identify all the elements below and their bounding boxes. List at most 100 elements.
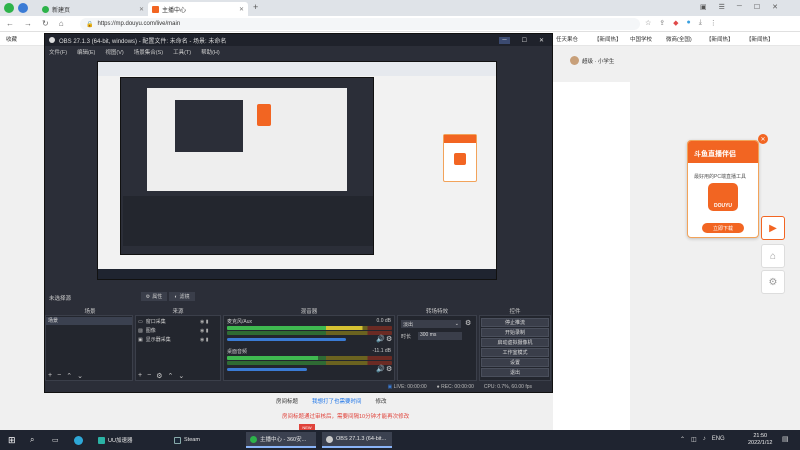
close-icon[interactable]: ✕ xyxy=(239,6,244,13)
move-up-icon[interactable]: ⌃ xyxy=(66,372,72,380)
eye-icon[interactable]: ◉ ▮ xyxy=(200,336,209,345)
menu-file[interactable]: 文件(F) xyxy=(49,48,67,56)
close-promo-icon[interactable]: ✕ xyxy=(758,134,768,144)
eye-icon[interactable]: ◉ ▮ xyxy=(200,318,209,327)
obs-minimize-icon[interactable]: ─ xyxy=(499,36,510,44)
move-down-icon[interactable]: ⌄ xyxy=(178,372,184,380)
taskbar-app-browser[interactable]: 主播中心 - 360安... xyxy=(246,432,316,448)
close-icon[interactable]: ✕ xyxy=(139,6,144,13)
window-close-icon[interactable]: ✕ xyxy=(772,3,778,11)
start-button[interactable]: ⊞ xyxy=(4,432,20,448)
game-icon[interactable]: ● xyxy=(687,19,691,27)
remove-icon[interactable]: − xyxy=(147,372,151,380)
stop-streaming-button[interactable]: 停止推流 xyxy=(481,318,549,327)
add-icon[interactable]: + xyxy=(48,372,52,380)
studio-mode-button[interactable]: 工作室模式 xyxy=(481,348,549,357)
bookmark-item[interactable]: 微商(全国) xyxy=(666,35,692,43)
eye-icon[interactable]: ◉ ▮ xyxy=(200,327,209,336)
scene-item[interactable]: 场景 xyxy=(46,317,132,325)
edge-icon[interactable] xyxy=(70,432,87,448)
obs-close-icon[interactable]: ✕ xyxy=(539,37,544,44)
home-side-icon[interactable]: ⌂ xyxy=(761,244,785,268)
obs-preview[interactable] xyxy=(97,61,497,280)
chevron-up-icon[interactable]: ⌃ xyxy=(680,436,685,443)
taskbar-app-obs[interactable]: OBS 27.1.3 (64-bit... xyxy=(322,432,392,448)
browser-logo-icon[interactable] xyxy=(4,3,14,13)
back-arrow-icon[interactable]: ← xyxy=(6,19,14,28)
maximize-icon[interactable]: ☐ xyxy=(754,3,760,11)
clock[interactable]: 21:50 2022/1/12 xyxy=(748,433,772,447)
task-view-icon[interactable]: ▭ xyxy=(48,432,63,448)
source-item[interactable]: ▭ 窗口采集 xyxy=(138,318,166,326)
bookmark-item[interactable]: 任天果仓 xyxy=(556,35,578,43)
volume-slider[interactable] xyxy=(227,368,307,371)
language-indicator[interactable]: ENG xyxy=(712,436,725,443)
volume-icon[interactable]: ♪ xyxy=(703,436,706,443)
filters-button[interactable]: ◐ 滤镜 xyxy=(169,292,195,301)
bookmark-item[interactable]: 【新闻热】 xyxy=(746,35,774,43)
speaker-icon[interactable]: 🔊 xyxy=(376,335,385,343)
url-field[interactable]: 🔒 https://mp.douyu.com/live/main xyxy=(80,18,640,30)
obs-maximize-icon[interactable]: ☐ xyxy=(522,37,527,44)
channel-settings-icon[interactable]: ⚙ xyxy=(386,335,392,343)
move-down-icon[interactable]: ⌄ xyxy=(77,372,83,380)
add-icon[interactable]: + xyxy=(138,372,142,380)
transition-select[interactable]: 淡出 ⌄ xyxy=(401,320,461,328)
bookmark-star-icon[interactable]: ☆ xyxy=(645,19,651,27)
user-profile[interactable]: 超级 · 小学生 xyxy=(570,56,614,65)
home-icon[interactable]: ⌂ xyxy=(59,19,64,28)
duration-input[interactable]: 300 ms xyxy=(418,332,462,340)
live-play-icon[interactable]: ▶ xyxy=(761,216,785,240)
forward-arrow-icon[interactable]: → xyxy=(24,19,32,28)
channel-settings-icon[interactable]: ⚙ xyxy=(386,365,392,373)
bookmarks-folder[interactable]: 收藏 xyxy=(6,35,17,43)
menu-help[interactable]: 帮助(H) xyxy=(201,48,220,56)
network-icon[interactable]: ◫ xyxy=(691,436,697,443)
move-up-icon[interactable]: ⌃ xyxy=(167,372,173,380)
more-menu-icon[interactable]: ⋮ xyxy=(710,19,717,27)
uu-icon xyxy=(98,436,105,444)
reload-icon[interactable]: ↻ xyxy=(42,19,49,28)
tab-anchor-center[interactable]: 主播中心 ✕ xyxy=(148,2,248,16)
app-side-icon[interactable]: ⚙ xyxy=(761,270,785,294)
settings-button[interactable]: 设置 xyxy=(481,358,549,367)
start-recording-button[interactable]: 开始录制 xyxy=(481,328,549,337)
menu-tools[interactable]: 工具(T) xyxy=(173,48,191,56)
source-item[interactable]: ▣ 显示器采集 xyxy=(138,336,171,344)
mixer-dock: 麦克风/Aux 0.0 dB 🔊 ⚙ 桌面音频 -11.1 dB 🔊 ⚙ xyxy=(223,315,395,381)
tab-new-page[interactable]: 新建页 ✕ xyxy=(38,2,148,16)
remove-icon[interactable]: − xyxy=(57,372,61,380)
share-icon[interactable]: ⇪ xyxy=(659,19,665,27)
source-item[interactable]: ▨ 图像 xyxy=(138,327,156,335)
taskbar-app-uu[interactable]: UU加速器 xyxy=(94,432,164,448)
download-icon[interactable]: ⤓ xyxy=(699,19,702,27)
sidebar-toggle-icon[interactable] xyxy=(18,3,28,13)
windows-taskbar: ⊞ ⌕ ▭ UU加速器 Steam 主播中心 - 360安... OBS 27.… xyxy=(0,424,800,450)
virtual-camera-button[interactable]: 启动虚拟摄像机 xyxy=(481,338,549,347)
menu-view[interactable]: 视图(V) xyxy=(105,48,123,56)
minimize-icon[interactable]: ─ xyxy=(737,3,742,11)
new-badge: NEW xyxy=(299,424,315,430)
search-icon[interactable]: ⌕ xyxy=(26,432,38,448)
speaker-icon[interactable]: 🔊 xyxy=(376,365,385,373)
bookmark-item[interactable]: 【新闻热】 xyxy=(594,35,622,43)
bookmark-item[interactable]: 【新闻热】 xyxy=(706,35,734,43)
notification-icon[interactable]: ▤ xyxy=(782,435,789,443)
obs-title-text: OBS 27.1.3 (64-bit, windows) - 配置文件: 未命名… xyxy=(59,38,227,45)
exit-button[interactable]: 退出 xyxy=(481,368,549,377)
menu-icon[interactable]: ☰ xyxy=(719,3,725,11)
settings-icon[interactable]: ⚙ xyxy=(156,372,162,380)
menu-scene-collection[interactable]: 场景集合(S) xyxy=(134,48,163,56)
bookmark-item[interactable]: 中国学校 xyxy=(630,35,652,43)
transition-settings-icon[interactable]: ⚙ xyxy=(465,319,471,327)
volume-slider[interactable] xyxy=(227,338,346,341)
download-button[interactable]: 立即下载 xyxy=(702,223,744,233)
properties-button[interactable]: ⚙ 属性 xyxy=(141,292,167,301)
new-tab-button[interactable]: + xyxy=(253,2,258,12)
edit-link[interactable]: 修改 xyxy=(376,397,387,405)
menu-edit[interactable]: 编辑(E) xyxy=(77,48,95,56)
extension-icon[interactable]: ◆ xyxy=(673,19,678,27)
review-notice: 房间标题通过审核后，需要间隔10分钟才能再次修改 xyxy=(282,414,410,420)
skin-icon[interactable]: ▣ xyxy=(700,3,707,11)
taskbar-app-steam[interactable]: Steam xyxy=(170,432,240,448)
